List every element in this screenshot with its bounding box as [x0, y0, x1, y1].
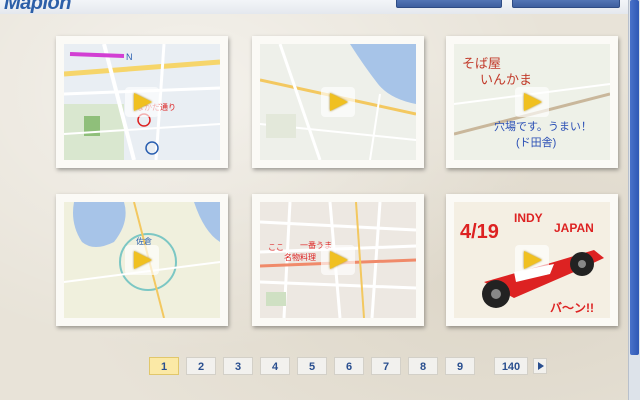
map-thumbnail-5[interactable]: ここ 一番うま 名物料理 [252, 194, 424, 326]
vertical-scrollbar[interactable] [628, 0, 640, 400]
svg-text:INDY: INDY [514, 211, 543, 225]
map-thumbnail-2[interactable] [252, 36, 424, 168]
map-thumbnail-3[interactable]: そば屋 いんかま 穴場です。うまい！ (ド田舎) [446, 36, 618, 168]
page-1[interactable]: 1 [149, 357, 179, 375]
page-7[interactable]: 7 [371, 357, 401, 375]
mapion-logo[interactable]: Mapion [4, 0, 72, 15]
page-6[interactable]: 6 [334, 357, 364, 375]
svg-text:4/19: 4/19 [460, 221, 499, 243]
map-thumbnail-4[interactable]: 佐倉 [56, 194, 228, 326]
svg-text:ここ: ここ [268, 243, 284, 252]
svg-text:いんかま: いんかま [480, 72, 532, 87]
page-4[interactable]: 4 [260, 357, 290, 375]
play-icon[interactable] [515, 245, 549, 275]
page-9[interactable]: 9 [445, 357, 475, 375]
play-icon[interactable] [125, 245, 159, 275]
map-thumbnail-1[interactable]: なかだ通り N [56, 36, 228, 168]
page-8[interactable]: 8 [408, 357, 438, 375]
svg-text:(ド田舎): (ド田舎) [516, 136, 556, 149]
page-5[interactable]: 5 [297, 357, 327, 375]
play-icon[interactable] [321, 245, 355, 275]
svg-text:そば屋: そば屋 [462, 56, 501, 71]
svg-text:名物料理: 名物料理 [284, 252, 316, 262]
svg-text:バ〜ン!!: バ〜ン!! [550, 301, 594, 315]
header-button-2[interactable] [512, 0, 620, 8]
play-icon[interactable] [321, 87, 355, 117]
play-icon[interactable] [515, 87, 549, 117]
svg-text:N: N [126, 52, 133, 62]
scrollbar-thumb[interactable] [630, 0, 639, 355]
page-2[interactable]: 2 [186, 357, 216, 375]
next-arrow-icon[interactable] [533, 358, 547, 374]
map-thumbnail-6[interactable]: 4/19 INDY JAPAN バ〜ン!! [446, 194, 618, 326]
header-button-1[interactable] [396, 0, 502, 8]
page-last[interactable]: 140 [494, 357, 528, 375]
svg-text:穴場です。うまい！: 穴場です。うまい！ [494, 119, 592, 133]
play-icon[interactable] [125, 87, 159, 117]
page-3[interactable]: 3 [223, 357, 253, 375]
pagination: 1 2 3 4 5 6 7 8 9 140 [0, 357, 628, 377]
top-bar: Mapion [0, 0, 628, 15]
svg-text:JAPAN: JAPAN [554, 221, 594, 235]
